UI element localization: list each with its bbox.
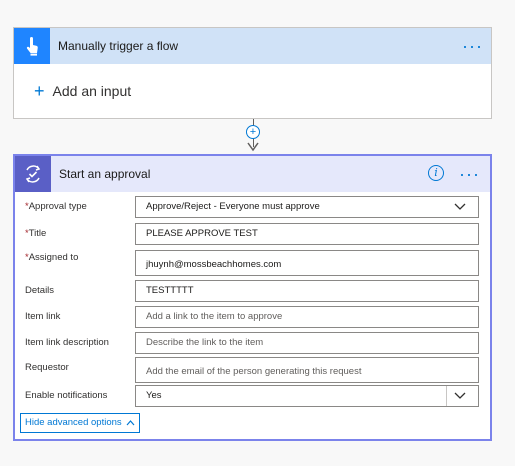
- approval-type-label-text: Approval type: [28, 201, 87, 212]
- plus-icon: +: [34, 81, 45, 101]
- hide-advanced-options-label: Hide advanced options: [25, 417, 122, 428]
- title-label: *Title: [25, 223, 46, 245]
- enable-notifications-row: Enable notifications Yes: [15, 385, 490, 407]
- item-link-label: Item link: [25, 311, 61, 322]
- trigger-title: Manually trigger a flow: [58, 39, 179, 53]
- requestor-input[interactable]: Add the email of the person generating t…: [135, 357, 479, 383]
- title-label-text: Title: [28, 228, 47, 239]
- info-icon[interactable]: i: [428, 165, 444, 181]
- dropdown-divider: [446, 386, 447, 406]
- approval-check-icon: [15, 156, 51, 192]
- details-input[interactable]: TESTTTTT: [135, 280, 479, 302]
- requestor-label: Requestor: [25, 362, 69, 373]
- hand-touch-icon: [14, 28, 50, 64]
- assigned-to-label-text: Assigned to: [28, 252, 79, 263]
- approval-type-value: Approve/Reject - Everyone must approve: [146, 201, 320, 212]
- assigned-to-input[interactable]: jhuynh@mossbeachhomes.com: [135, 250, 479, 276]
- approval-card[interactable]: Start an approval i ··· *Approval type A…: [13, 154, 492, 441]
- details-row: Details TESTTTTT: [15, 280, 490, 302]
- enable-notifications-label: Enable notifications: [25, 390, 108, 401]
- add-input-button[interactable]: + Add an input: [34, 82, 131, 100]
- item-link-description-label: Item link description: [25, 337, 109, 348]
- requestor-row: Requestor Add the email of the person ge…: [15, 357, 490, 383]
- approval-type-dropdown[interactable]: Approve/Reject - Everyone must approve: [135, 196, 479, 218]
- approval-title: Start an approval: [59, 167, 151, 181]
- approval-header[interactable]: Start an approval i ···: [15, 156, 490, 192]
- item-link-row: Item link Add a link to the item to appr…: [15, 306, 490, 328]
- item-link-input[interactable]: Add a link to the item to approve: [135, 306, 479, 328]
- arrow-down-icon: [247, 142, 259, 152]
- chevron-up-icon: [126, 420, 135, 426]
- chevron-down-icon: [454, 203, 466, 210]
- add-input-label: Add an input: [52, 83, 132, 99]
- title-row: *Title PLEASE APPROVE TEST: [15, 223, 490, 245]
- details-label: Details: [25, 285, 55, 296]
- assigned-to-label: *Assigned to: [25, 250, 78, 266]
- insert-step-plus-icon[interactable]: +: [246, 125, 260, 139]
- approval-more-icon[interactable]: ···: [459, 156, 480, 192]
- trigger-header[interactable]: Manually trigger a flow ···: [14, 28, 491, 64]
- chevron-down-icon: [454, 392, 466, 399]
- trigger-card[interactable]: Manually trigger a flow ··· + Add an inp…: [13, 27, 492, 119]
- enable-notifications-dropdown[interactable]: Yes: [135, 385, 479, 407]
- approval-type-row: *Approval type Approve/Reject - Everyone…: [15, 196, 490, 218]
- item-link-description-input[interactable]: Describe the link to the item: [135, 332, 479, 354]
- assigned-to-row: *Assigned to jhuynh@mossbeachhomes.com: [15, 250, 490, 276]
- title-input[interactable]: PLEASE APPROVE TEST: [135, 223, 479, 245]
- trigger-more-icon[interactable]: ···: [462, 28, 483, 64]
- enable-notifications-value: Yes: [146, 390, 162, 401]
- approval-type-label: *Approval type: [25, 196, 87, 218]
- item-link-description-row: Item link description Describe the link …: [15, 332, 490, 354]
- hide-advanced-options-button[interactable]: Hide advanced options: [20, 413, 140, 433]
